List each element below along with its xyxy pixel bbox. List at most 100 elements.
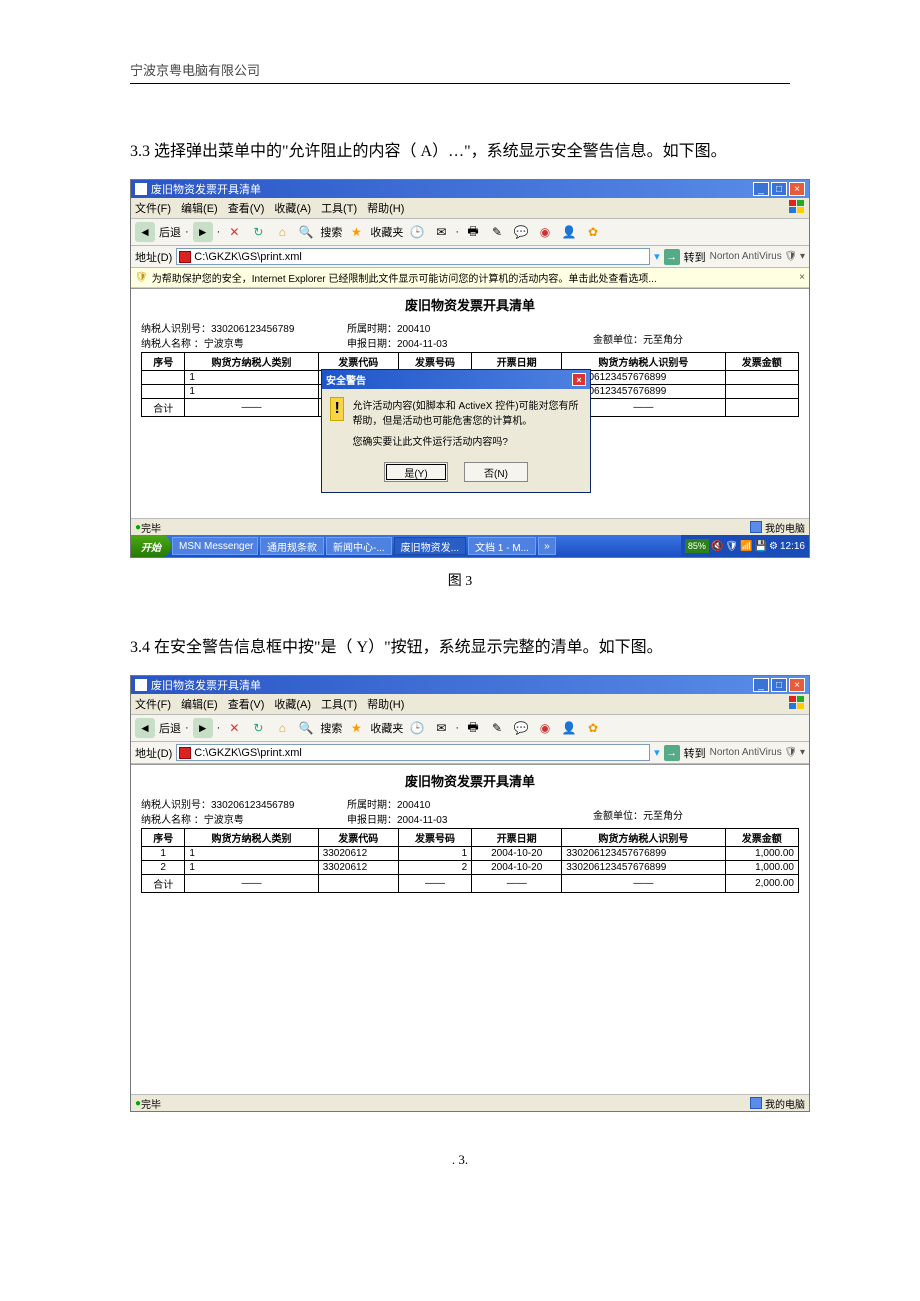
favorites-icon[interactable]: ★ bbox=[346, 222, 366, 242]
menu-view[interactable]: 查看(V) bbox=[228, 200, 265, 216]
tray-icon[interactable]: 💾 bbox=[755, 541, 767, 552]
table-row: 113302061212004-10-203302061234576768991… bbox=[142, 847, 799, 861]
toolbar: ◄ 后退 · ► · ✕ ↻ ⌂ 🔍 搜索 ★ 收藏夹 🕒 ✉· 🖶 ✎ 💬 ◉… bbox=[131, 219, 809, 246]
forward-button[interactable]: ► bbox=[193, 222, 213, 242]
tray-icon[interactable]: 🔇 bbox=[711, 541, 723, 552]
address-label: 地址(D) bbox=[135, 745, 172, 761]
company-header: 宁波京粤电脑有限公司 bbox=[130, 60, 790, 79]
search-label: 搜索 bbox=[320, 224, 342, 240]
yes-button[interactable]: 是(Y) bbox=[384, 462, 448, 482]
no-button[interactable]: 否(N) bbox=[464, 462, 528, 482]
toolbar: ◄ 后退 · ► · ✕ ↻ ⌂ 🔍 搜索 ★ 收藏夹 🕒 ✉· 🖶 ✎ 💬 ◉… bbox=[131, 715, 809, 742]
security-warning-dialog: 安全警告 × ! 允许活动内容(如脚本和 ActiveX 控件)可能对您有所帮助… bbox=[321, 369, 591, 493]
close-button[interactable]: × bbox=[789, 182, 805, 196]
meta-left: 纳税人识别号：330206123456789 纳税人名称 ：宁波京粤 bbox=[141, 796, 347, 826]
zone-my-computer: 我的电脑 bbox=[750, 520, 805, 535]
infobar-close-icon[interactable]: × bbox=[799, 272, 805, 283]
go-button[interactable]: → bbox=[664, 249, 680, 265]
mail-icon[interactable]: ✉ bbox=[431, 222, 451, 242]
home-button[interactable]: ⌂ bbox=[272, 718, 292, 738]
taskbar-item[interactable]: 废旧物资发... bbox=[394, 537, 466, 555]
menu-view[interactable]: 查看(V) bbox=[228, 696, 265, 712]
tray-icon[interactable]: ⚙ bbox=[769, 541, 778, 552]
infobar-text: 为帮助保护您的安全，Internet Explorer 已经限制此文件显示可能访… bbox=[152, 270, 657, 285]
history-icon[interactable]: 🕒 bbox=[407, 718, 427, 738]
back-button[interactable]: ◄ bbox=[135, 718, 155, 738]
maximize-button[interactable]: □ bbox=[771, 678, 787, 692]
dropdown-icon[interactable]: ▾ bbox=[654, 250, 660, 263]
xml-file-icon bbox=[179, 251, 191, 263]
print-icon[interactable]: 🖶 bbox=[463, 718, 483, 738]
minimize-button[interactable]: _ bbox=[753, 182, 769, 196]
tray-icon[interactable]: 🛡 bbox=[725, 541, 738, 552]
forward-button[interactable]: ► bbox=[193, 718, 213, 738]
discuss-icon[interactable]: 💬 bbox=[511, 718, 531, 738]
dropdown-icon[interactable]: ▾ bbox=[654, 746, 660, 759]
menu-tools[interactable]: 工具(T) bbox=[321, 200, 357, 216]
go-label: 转到 bbox=[684, 249, 706, 265]
figure-3-caption: 图 3 bbox=[130, 570, 790, 590]
extra-icon[interactable]: ✿ bbox=[583, 718, 603, 738]
taskbar-overflow[interactable]: » bbox=[538, 537, 556, 555]
refresh-button[interactable]: ↻ bbox=[248, 718, 268, 738]
home-button[interactable]: ⌂ bbox=[272, 222, 292, 242]
doc-title: 废旧物资发票开具清单 bbox=[131, 765, 809, 796]
messenger-icon[interactable]: 👤 bbox=[559, 718, 579, 738]
screenshot-figure-3: 废旧物资发票开具清单 _ □ × 文件(F) 编辑(E) 查看(V) 收藏(A)… bbox=[130, 179, 810, 558]
windows-flag-icon bbox=[789, 696, 805, 710]
favorites-icon[interactable]: ★ bbox=[346, 718, 366, 738]
research-icon[interactable]: ◉ bbox=[535, 718, 555, 738]
antivirus-label: Norton AntiVirus 🛡 ▾ bbox=[710, 251, 805, 262]
menu-file[interactable]: 文件(F) bbox=[135, 696, 171, 712]
taskbar-item[interactable]: MSN Messenger bbox=[172, 537, 258, 555]
edit-icon[interactable]: ✎ bbox=[487, 222, 507, 242]
stop-button[interactable]: ✕ bbox=[224, 718, 244, 738]
taskbar-item[interactable]: 新闻中心-... bbox=[326, 537, 392, 555]
back-button[interactable]: ◄ bbox=[135, 222, 155, 242]
shield-icon: 🛡 bbox=[135, 272, 148, 283]
invoice-table: 序号购货方纳税人类别发票代码发票号码开票日期购货方纳税人识别号发票金额 1133… bbox=[141, 828, 799, 893]
menu-help[interactable]: 帮助(H) bbox=[367, 696, 404, 712]
go-button[interactable]: → bbox=[664, 745, 680, 761]
menu-fav[interactable]: 收藏(A) bbox=[274, 200, 311, 216]
minimize-button[interactable]: _ bbox=[753, 678, 769, 692]
favorites-label: 收藏夹 bbox=[370, 720, 403, 736]
extra-icon[interactable]: ✿ bbox=[583, 222, 603, 242]
print-icon[interactable]: 🖶 bbox=[463, 222, 483, 242]
search-icon[interactable]: 🔍 bbox=[296, 222, 316, 242]
system-tray: 85% 🔇 🛡 📶 💾 ⚙ 12:16 bbox=[681, 535, 809, 557]
mail-icon[interactable]: ✉ bbox=[431, 718, 451, 738]
information-bar[interactable]: 🛡 为帮助保护您的安全，Internet Explorer 已经限制此文件显示可… bbox=[131, 268, 809, 288]
history-icon[interactable]: 🕒 bbox=[407, 222, 427, 242]
taskbar-item[interactable]: 通用规条款 bbox=[260, 537, 324, 555]
start-button[interactable]: 开始 bbox=[131, 535, 171, 557]
windows-flag-icon bbox=[789, 200, 805, 214]
page-content: 废旧物资发票开具清单 纳税人识别号：330206123456789 纳税人名称 … bbox=[131, 764, 809, 1094]
menu-tools[interactable]: 工具(T) bbox=[321, 696, 357, 712]
edit-icon[interactable]: ✎ bbox=[487, 718, 507, 738]
menu-edit[interactable]: 编辑(E) bbox=[181, 696, 218, 712]
menu-file[interactable]: 文件(F) bbox=[135, 200, 171, 216]
address-bar: 地址(D) C:\GKZK\GS\print.xml ▾ → 转到 Norton… bbox=[131, 246, 809, 268]
menu-edit[interactable]: 编辑(E) bbox=[181, 200, 218, 216]
tray-clock: 12:16 bbox=[780, 541, 805, 552]
taskbar-item[interactable]: 文档 1 - M... bbox=[468, 537, 536, 555]
ie-icon bbox=[135, 183, 147, 195]
address-input[interactable]: C:\GKZK\GS\print.xml bbox=[176, 248, 650, 265]
menu-fav[interactable]: 收藏(A) bbox=[274, 696, 311, 712]
address-value: C:\GKZK\GS\print.xml bbox=[194, 747, 302, 759]
stop-button[interactable]: ✕ bbox=[224, 222, 244, 242]
discuss-icon[interactable]: 💬 bbox=[511, 222, 531, 242]
search-icon[interactable]: 🔍 bbox=[296, 718, 316, 738]
meta-right: 金额单位：元至角分 bbox=[553, 796, 799, 826]
window-titlebar: 废旧物资发票开具清单 _ □ × bbox=[131, 676, 809, 694]
tray-icon[interactable]: 📶 bbox=[740, 541, 752, 552]
address-input[interactable]: C:\GKZK\GS\print.xml bbox=[176, 744, 650, 761]
menu-help[interactable]: 帮助(H) bbox=[367, 200, 404, 216]
research-icon[interactable]: ◉ bbox=[535, 222, 555, 242]
messenger-icon[interactable]: 👤 bbox=[559, 222, 579, 242]
maximize-button[interactable]: □ bbox=[771, 182, 787, 196]
close-button[interactable]: × bbox=[789, 678, 805, 692]
dialog-close-button[interactable]: × bbox=[572, 373, 586, 386]
refresh-button[interactable]: ↻ bbox=[248, 222, 268, 242]
